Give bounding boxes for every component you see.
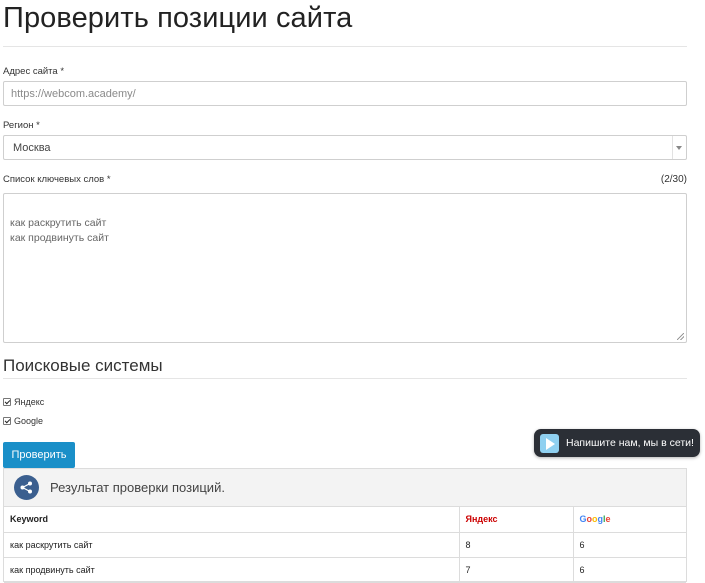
yandex-label: Яндекс [14,397,45,407]
page-title: Проверить позиции сайта [3,2,353,34]
google-logo-text: Google [579,514,611,525]
url-input[interactable] [3,81,687,106]
keywords-label: Список ключевых слов * [3,174,111,185]
keyword-cell: как продвинуть сайт [4,557,460,583]
check-button[interactable]: Проверить [3,442,75,468]
engine-yandex-option[interactable]: Яндекс [3,397,44,407]
result-panel: Результат проверки позиций. Keyword Янде… [3,468,687,583]
column-header-google: Google [573,507,686,533]
column-header-keyword: Keyword [4,507,460,533]
region-label: Регион * [3,120,40,131]
chevron-down-icon [676,146,682,150]
table-row: как продвинуть сайт 7 6 [4,557,686,583]
share-icon [14,475,39,500]
region-selected-value: Москва [13,142,51,154]
column-header-yandex: Яндекс [459,507,574,533]
result-title: Результат проверки позиций. [50,480,225,495]
keyword-cell: как раскрутить сайт [4,532,460,558]
title-divider [3,46,687,47]
google-checkbox[interactable] [3,417,11,425]
resize-handle-icon[interactable] [677,333,684,340]
chat-widget-text: Напишите нам, мы в сети! [566,437,694,449]
table-header-row: Keyword Яндекс Google [4,507,686,533]
keywords-counter: (2/30) [660,174,687,185]
google-position-cell: 6 [573,532,686,558]
url-label: Адрес сайта * [3,66,65,77]
chat-widget[interactable]: Напишите нам, мы в сети! [534,429,700,457]
keywords-textarea[interactable]: как раскрутить сайт как продвинуть сайт [3,193,687,343]
google-label: Google [14,416,44,426]
yandex-checkbox[interactable] [3,398,11,406]
region-select[interactable]: Москва [3,135,687,160]
engines-heading: Поисковые системы [3,356,163,375]
yandex-position-cell: 8 [459,532,574,558]
result-header: Результат проверки позиций. [4,469,686,507]
engine-google-option[interactable]: Google [3,416,43,426]
google-position-cell: 6 [573,557,686,583]
chat-play-icon [540,433,559,453]
region-dropdown-toggle[interactable] [672,136,686,159]
table-row: как раскрутить сайт 8 6 [4,532,686,558]
keywords-text: как раскрутить сайт как продвинуть сайт [10,217,109,244]
yandex-position-cell: 7 [459,557,574,583]
results-table: Keyword Яндекс Google как раскрутить сай… [4,507,686,583]
engines-divider [3,378,687,379]
